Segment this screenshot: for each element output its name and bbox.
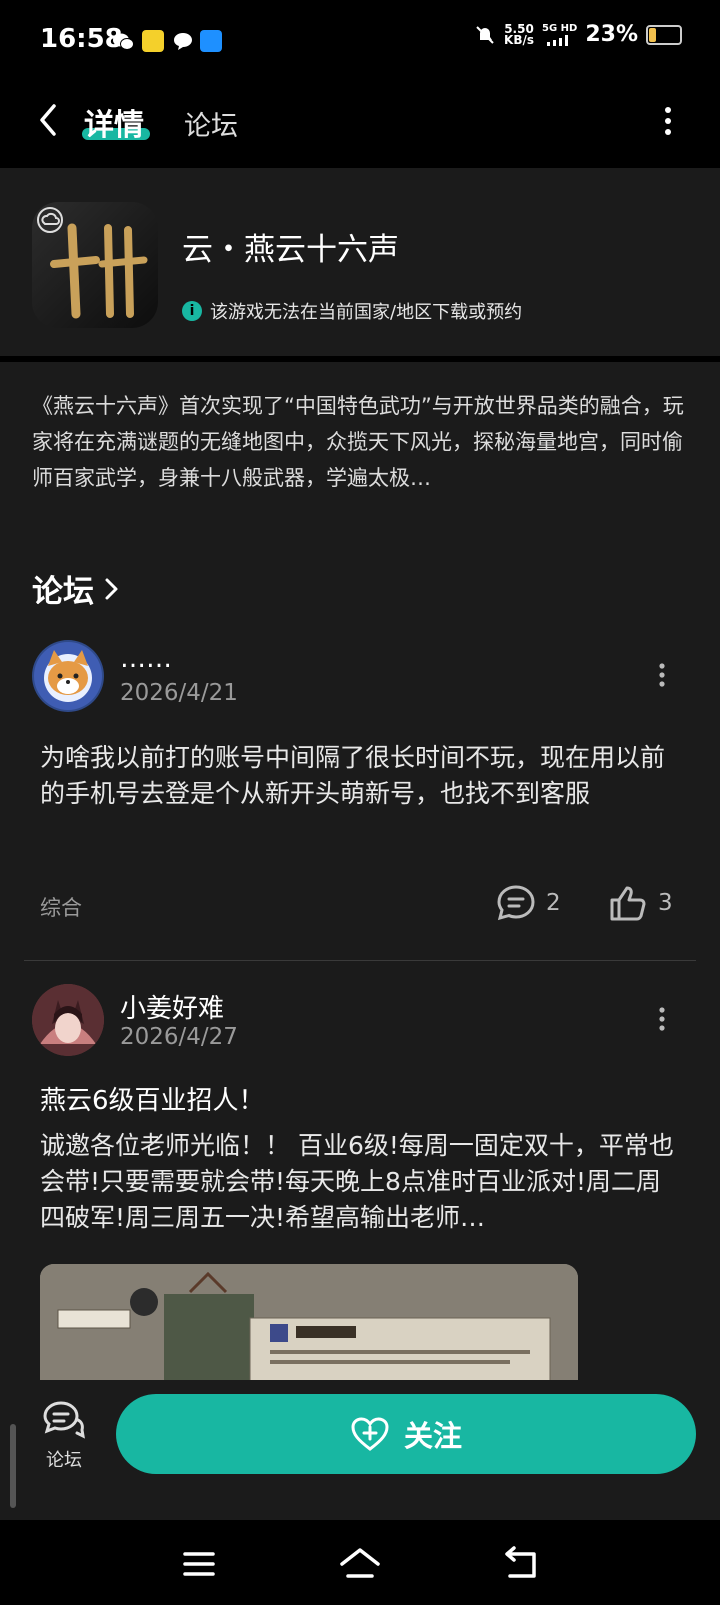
game-description[interactable]: 《燕云十六声》首次实现了“中国特色武功”与开放世界品类的融合，玩家将在充满谜题的… (32, 388, 692, 496)
availability-text: 该游戏无法在当前国家/地区下载或预约 (210, 302, 523, 323)
status-time: 16:58 (40, 24, 123, 54)
post-more-icon[interactable] (658, 1006, 666, 1032)
forum-button[interactable]: 论坛 (36, 1400, 92, 1472)
tab-detail[interactable]: 详情 (84, 100, 144, 144)
follow-label: 关注 (403, 1419, 462, 1453)
forum-button-label: 论坛 (46, 1450, 82, 1471)
info-icon: i (182, 301, 202, 321)
menu-icon[interactable] (182, 1550, 216, 1578)
game-logo-icon (37, 207, 148, 319)
chevron-right-icon (105, 578, 118, 599)
comment-count[interactable]: 2 (496, 884, 561, 922)
signal-group: 5G HD (542, 22, 578, 46)
post-body[interactable]: 诚邀各位老师光临！！ 百业6级!每周一固定双十，平常也会带!只要需要就会带!每天… (40, 1128, 680, 1236)
avatar[interactable] (32, 640, 104, 712)
heart-plus-icon (351, 1417, 389, 1451)
post-date: 2026/4/21 (120, 680, 238, 706)
post-author[interactable]: …… (120, 644, 172, 674)
battery-icon (646, 24, 682, 45)
follow-button[interactable]: 关注 (116, 1394, 696, 1474)
battery-fill (649, 27, 657, 42)
post-title[interactable]: 燕云6级百业招人！ (40, 1080, 265, 1117)
app-notify-icon (142, 30, 164, 52)
like-count-value: 3 (658, 890, 673, 916)
like-count[interactable]: 3 (608, 884, 673, 922)
avatar[interactable] (32, 984, 104, 1056)
tab-forum[interactable]: 论坛 (184, 104, 238, 143)
home-icon[interactable] (338, 1546, 382, 1582)
wechat-icon (113, 33, 134, 50)
status-bar: 16:58 5.50 KB/s 5G HD 23% (0, 0, 720, 80)
back-arrow-icon[interactable] (32, 100, 68, 140)
net-speed: 5.50 KB/s (504, 23, 534, 47)
app-title: 云・燕云十六声 (182, 232, 399, 268)
post-image[interactable] (40, 1264, 578, 1384)
top-nav: 详情 论坛 (0, 80, 720, 166)
comment-icon (497, 885, 535, 921)
post-author[interactable]: 小姜好难 (120, 988, 224, 1025)
scrollbar[interactable] (10, 1424, 16, 1508)
mute-icon (476, 25, 494, 44)
post-date: 2026/4/27 (120, 1024, 238, 1050)
availability-note: i 该游戏无法在当前国家/地区下载或预约 (182, 298, 522, 324)
post-body[interactable]: 为啥我以前打的账号中间隔了很长时间不玩，现在用以前的手机号去登是个从新开头萌新号… (40, 740, 680, 812)
network-label: 5G HD (542, 22, 578, 34)
post-more-icon[interactable] (658, 662, 666, 688)
battery-percent: 23% (585, 22, 638, 47)
message-icon (174, 33, 192, 50)
post-tag[interactable]: 综合 (40, 892, 82, 922)
post-divider (24, 960, 696, 961)
system-nav-bar (0, 1520, 720, 1605)
shiba-avatar-icon (34, 642, 102, 710)
forum-icon (43, 1401, 85, 1439)
comment-count-value: 2 (546, 890, 561, 916)
forum-section-title: 论坛 (32, 574, 94, 610)
net-speed-unit: KB/s (504, 32, 534, 47)
anime-avatar-icon (32, 984, 104, 1056)
forum-section-link[interactable]: 论坛 (32, 566, 120, 611)
status-right: 5.50 KB/s 5G HD 23% (474, 22, 682, 47)
app-icon[interactable] (32, 202, 158, 328)
back-nav-icon[interactable] (502, 1546, 540, 1582)
thumbs-up-icon (610, 886, 646, 921)
app-notify-icon-2 (200, 30, 222, 52)
game-screenshot-image (40, 1264, 578, 1384)
signal-icon (546, 34, 568, 46)
more-options-icon[interactable] (664, 106, 672, 136)
